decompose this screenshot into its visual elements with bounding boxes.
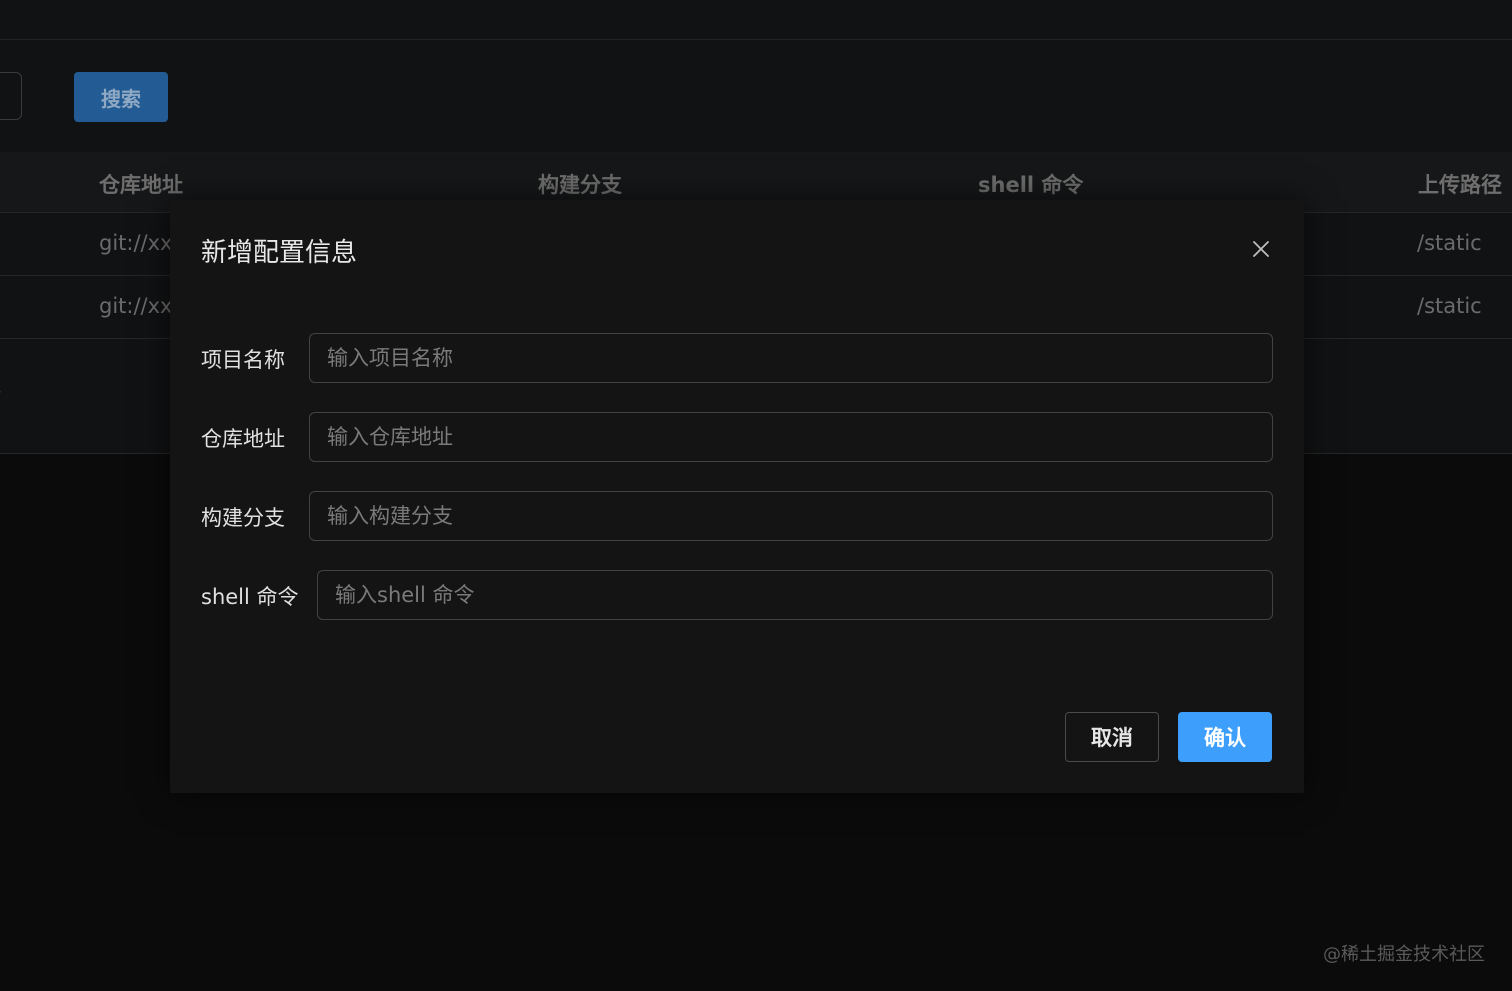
confirm-button[interactable]: 确认 bbox=[1178, 712, 1272, 762]
project-name-input[interactable] bbox=[309, 333, 1273, 383]
dialog-title: 新增配置信息 bbox=[201, 238, 358, 268]
shell-command-label: shell 命令 bbox=[201, 585, 299, 609]
toolbar: 搜索 bbox=[0, 40, 1512, 152]
column-header-shell: shell 命令 bbox=[978, 173, 1084, 197]
search-input[interactable] bbox=[0, 72, 22, 120]
project-name-label: 项目名称 bbox=[201, 348, 285, 372]
top-bar bbox=[0, 0, 1512, 40]
repo-url-input[interactable] bbox=[309, 412, 1273, 462]
watermark: @稀土掘金技术社区 bbox=[1323, 944, 1485, 965]
search-button[interactable]: 搜索 bbox=[74, 72, 168, 122]
shell-command-input[interactable] bbox=[317, 570, 1273, 620]
build-branch-input[interactable] bbox=[309, 491, 1273, 541]
build-branch-label: 构建分支 bbox=[201, 506, 285, 530]
repo-url-label: 仓库地址 bbox=[201, 427, 285, 451]
column-header-repo: 仓库地址 bbox=[99, 173, 183, 197]
column-header-upload-path: 上传路径 bbox=[1418, 173, 1502, 197]
cell-repo: git://xx: bbox=[99, 231, 180, 255]
chevron-right-icon[interactable]: › bbox=[0, 384, 2, 400]
add-config-dialog: 新增配置信息 项目名称 仓库地址 构建分支 shell 命令 取消 确认 bbox=[170, 200, 1304, 793]
close-icon[interactable] bbox=[1248, 236, 1274, 262]
cell-upload-path: /static bbox=[1417, 294, 1482, 318]
cell-repo: git://xx: bbox=[99, 294, 180, 318]
cancel-button[interactable]: 取消 bbox=[1065, 712, 1159, 762]
cell-upload-path: /static bbox=[1417, 231, 1482, 255]
column-header-branch: 构建分支 bbox=[538, 173, 622, 197]
page: 搜索 仓库地址 构建分支 shell 命令 上传路径 git://xx: /st… bbox=[0, 0, 1512, 991]
